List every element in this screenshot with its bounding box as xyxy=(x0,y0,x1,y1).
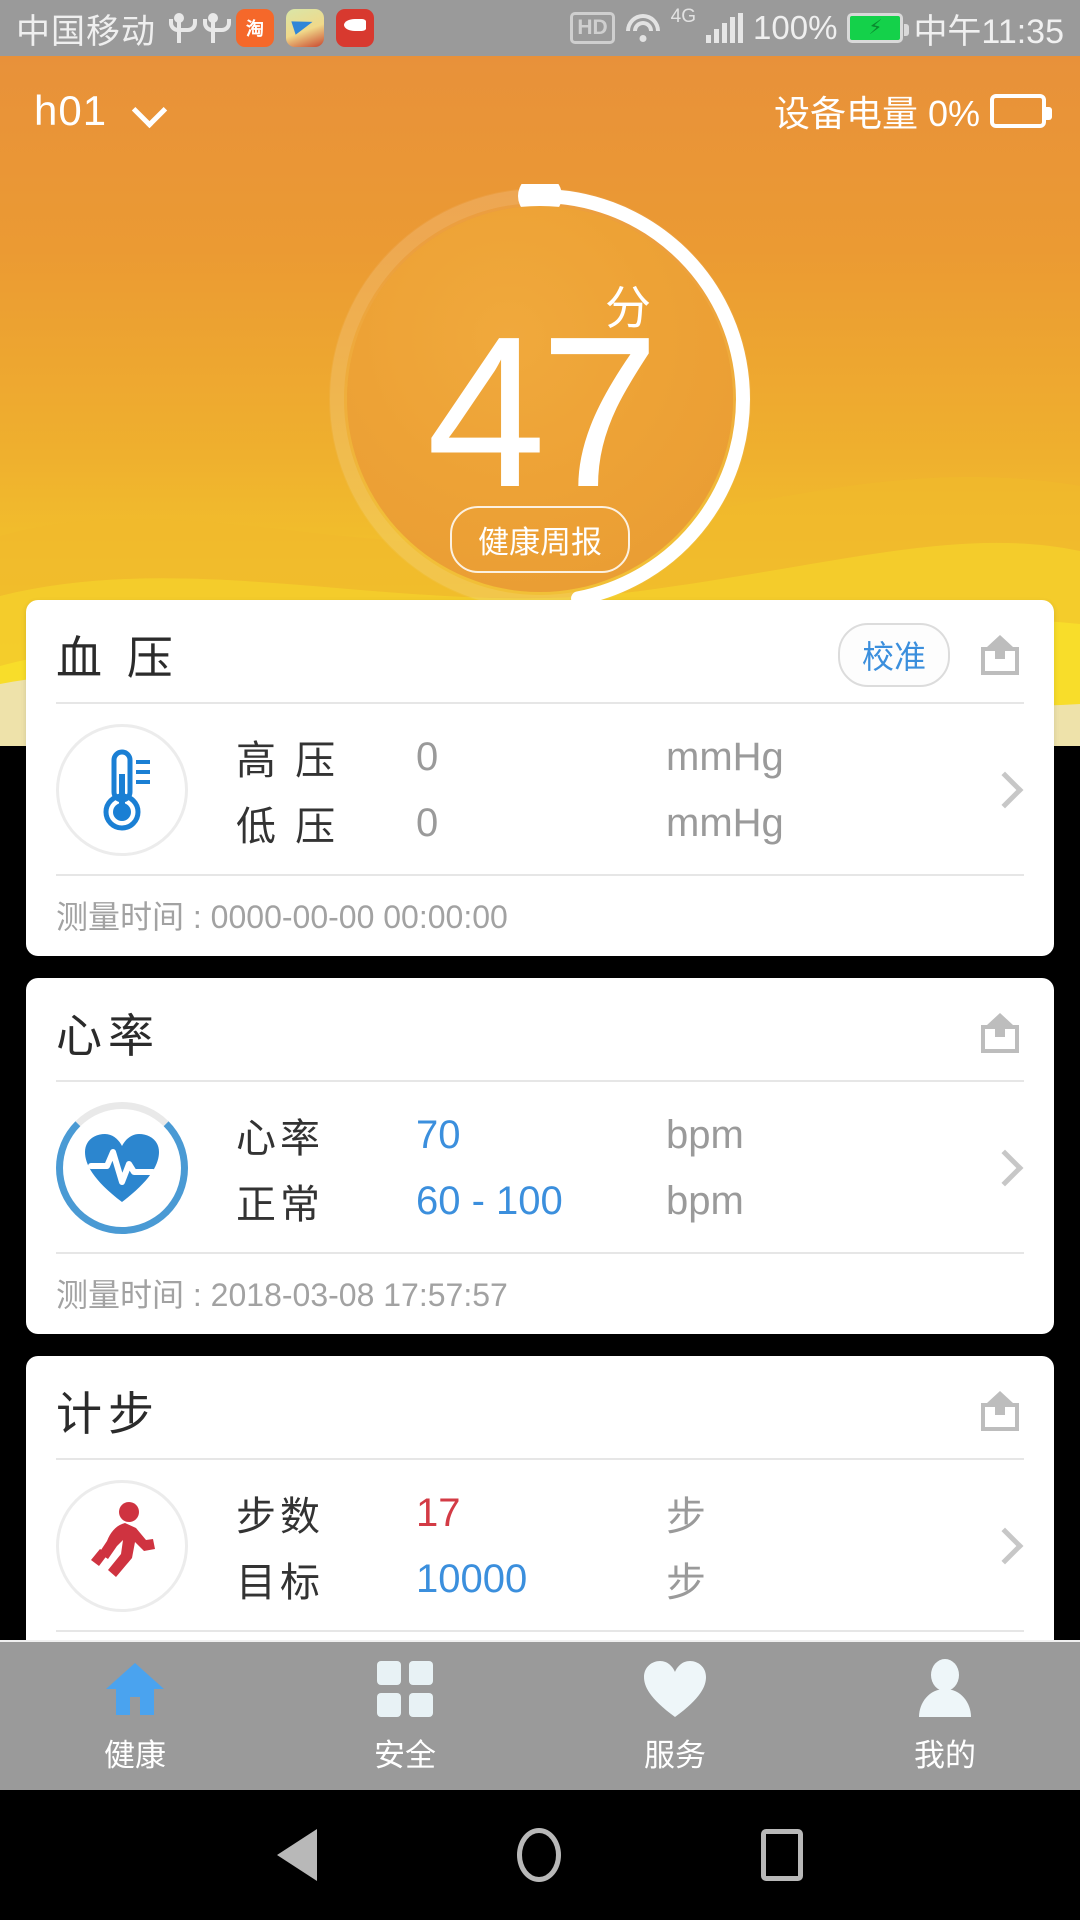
row-label: 心率 xyxy=(236,1117,324,1161)
measurement-rows: 步数 17 步 目标 10000 步 xyxy=(236,1480,992,1612)
card-title: 计步 xyxy=(56,1388,160,1440)
row-unit: mmHg xyxy=(666,800,784,845)
tab-label: 健康 xyxy=(104,1737,166,1773)
weekly-report-button[interactable]: 健康周报 xyxy=(450,506,630,573)
person-icon xyxy=(917,1658,973,1720)
row-unit: bpm xyxy=(666,1112,744,1157)
cards-container: 血 压 校准 高 压 0 mmHg 低 压 0 mmHg 测量时间: 0000… xyxy=(0,600,1080,1770)
back-triangle-icon[interactable] xyxy=(277,1829,317,1881)
bottom-tab-bar: 健康 安全 服务 我的 xyxy=(0,1640,1080,1790)
card-header-actions xyxy=(976,1011,1024,1055)
chevron-right-icon[interactable] xyxy=(986,771,1024,809)
tab-mine[interactable]: 我的 xyxy=(810,1642,1080,1790)
card-header-actions xyxy=(976,1389,1024,1433)
signal-bars-icon xyxy=(706,13,744,43)
app-header: h01 设备电量 0% xyxy=(0,56,1080,166)
measurement-row: 高 压 0 mmHg xyxy=(236,724,992,790)
taobao-icon: 淘 xyxy=(236,9,274,47)
score-value: 47 xyxy=(426,291,659,532)
battery-percent-label: 100% xyxy=(753,9,838,46)
card-header: 血 压 校准 xyxy=(26,600,1054,702)
tab-label: 我的 xyxy=(914,1737,976,1773)
card-footer-timestamp: 测量时间 : 2018-03-08 17:57:57 xyxy=(56,1277,508,1313)
row-label: 高 压 xyxy=(236,739,340,783)
measurement-row: 步数 17 步 xyxy=(236,1480,992,1546)
battery-empty-icon xyxy=(990,94,1052,128)
health-score-ring[interactable]: 分 47 健康周报 xyxy=(325,184,755,614)
tab-service[interactable]: 服务 xyxy=(540,1642,810,1790)
card-body: 心率 70 bpm 正常 60 - 100 bpm xyxy=(26,1082,1054,1252)
battery-charging-icon: ⚡ xyxy=(847,13,910,43)
measurement-row: 心率 70 bpm xyxy=(236,1102,992,1168)
status-bar-clock: 中午11:35 xyxy=(913,12,1064,51)
card-header: 计步 xyxy=(26,1356,1054,1458)
row-unit: bpm xyxy=(666,1178,744,1223)
device-selector[interactable]: h01 xyxy=(34,87,165,135)
usb-icon xyxy=(202,13,231,43)
phone-screen: 中国移动 淘 HD 4G 100% ⚡ 中午11:35 h01 设备电量 0% … xyxy=(0,0,1080,1920)
tab-label: 服务 xyxy=(644,1737,706,1773)
card-title: 血 压 xyxy=(56,632,179,684)
card-footer-timestamp: 测量时间 : 0000-00-00 00:00:00 xyxy=(56,899,508,935)
card-header: 心率 xyxy=(26,978,1054,1080)
wifi-icon xyxy=(625,14,661,42)
row-unit: 步 xyxy=(666,1561,706,1605)
card-header-actions: 校准 xyxy=(837,623,1024,687)
device-name: h01 xyxy=(34,87,108,134)
row-value: 17 xyxy=(416,1490,461,1535)
measurement-row: 正常 60 - 100 bpm xyxy=(236,1168,992,1234)
row-value: 10000 xyxy=(416,1556,528,1601)
grid-icon xyxy=(376,1658,434,1720)
home-icon xyxy=(104,1658,166,1720)
row-unit: 步 xyxy=(666,1495,706,1539)
tab-security[interactable]: 安全 xyxy=(270,1642,540,1790)
status-bar-right: HD 4G 100% ⚡ 中午11:35 xyxy=(570,4,1064,53)
row-value: 0 xyxy=(416,734,439,779)
card-body: 高 压 0 mmHg 低 压 0 mmHg xyxy=(26,704,1054,874)
status-bar-left: 中国移动 淘 xyxy=(16,4,374,53)
chevron-down-icon[interactable] xyxy=(135,96,165,126)
row-label: 低 压 xyxy=(236,805,340,849)
measurement-row: 低 压 0 mmHg xyxy=(236,790,992,856)
hd-icon: HD xyxy=(570,12,615,44)
share-icon[interactable] xyxy=(976,633,1024,677)
heart-icon xyxy=(643,1658,707,1720)
row-value: 70 xyxy=(416,1112,461,1157)
android-navigation-bar xyxy=(0,1790,1080,1920)
tab-health[interactable]: 健康 xyxy=(0,1642,270,1790)
card-heart-rate[interactable]: 心率 心率 70 bpm 正常 60 - 100 bpm 测量时间: 2018… xyxy=(26,978,1054,1334)
device-battery: 设备电量 0% xyxy=(773,85,1052,137)
card-body: 步数 17 步 目标 10000 步 xyxy=(26,1460,1054,1630)
home-circle-icon[interactable] xyxy=(517,1828,561,1882)
tab-label: 安全 xyxy=(374,1737,436,1773)
chevron-right-icon[interactable] xyxy=(986,1149,1024,1187)
running-person-icon xyxy=(56,1480,188,1612)
share-icon[interactable] xyxy=(976,1389,1024,1433)
map-icon xyxy=(286,9,324,47)
row-label: 正常 xyxy=(236,1183,324,1227)
share-icon[interactable] xyxy=(976,1011,1024,1055)
recents-square-icon[interactable] xyxy=(761,1829,803,1881)
row-label: 步数 xyxy=(236,1495,324,1539)
measurement-rows: 心率 70 bpm 正常 60 - 100 bpm xyxy=(236,1102,992,1234)
heart-pulse-icon xyxy=(56,1102,188,1234)
row-value: 0 xyxy=(416,800,439,845)
measurement-row: 目标 10000 步 xyxy=(236,1546,992,1612)
system-status-bar: 中国移动 淘 HD 4G 100% ⚡ 中午11:35 xyxy=(0,0,1080,56)
fish-icon xyxy=(336,9,374,47)
calibrate-button[interactable]: 校准 xyxy=(837,623,950,687)
thermometer-icon xyxy=(56,724,188,856)
device-battery-label: 设备电量 0% xyxy=(773,93,980,134)
measurement-rows: 高 压 0 mmHg 低 压 0 mmHg xyxy=(236,724,992,856)
card-title: 心率 xyxy=(56,1010,160,1062)
network-type-label: 4G xyxy=(670,5,697,27)
row-value: 60 - 100 xyxy=(416,1178,563,1223)
card-blood-pressure[interactable]: 血 压 校准 高 压 0 mmHg 低 压 0 mmHg 测量时间: 0000… xyxy=(26,600,1054,956)
carrier-name: 中国移动 xyxy=(16,12,156,51)
chevron-right-icon[interactable] xyxy=(986,1527,1024,1565)
row-label: 目标 xyxy=(236,1561,324,1605)
usb-icon xyxy=(168,13,197,43)
row-unit: mmHg xyxy=(666,734,784,779)
